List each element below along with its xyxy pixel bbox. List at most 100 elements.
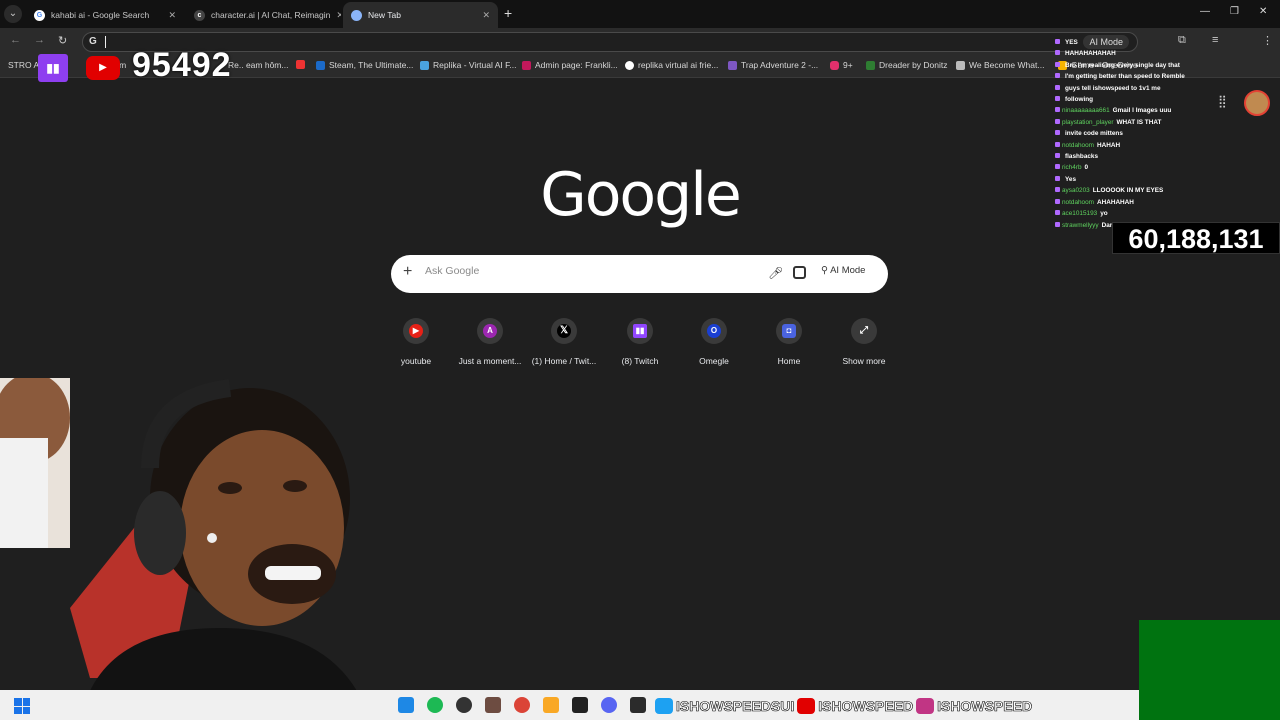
ai-mode-button[interactable]: ⚲ AI Mode bbox=[821, 265, 865, 276]
bookmark-item[interactable]: Admin page: Frankli... bbox=[522, 60, 618, 70]
bookmark-item[interactable]: 9+ bbox=[830, 60, 853, 70]
chat-badge-icon bbox=[1055, 187, 1060, 193]
shortcut-label: Home bbox=[777, 356, 801, 366]
bookmark-item[interactable]: Replika - Virtual AI F... bbox=[420, 60, 516, 70]
chat-text: LLOOOOK IN MY EYES bbox=[1092, 187, 1164, 195]
chat-badge-icon bbox=[1055, 50, 1060, 56]
search-input[interactable] bbox=[425, 265, 745, 277]
windows-start-icon[interactable] bbox=[14, 698, 30, 714]
close-icon[interactable]: ✕ bbox=[336, 10, 341, 21]
shortcut-twitter[interactable]: 𝕏 (1) Home / Twit... bbox=[528, 318, 600, 366]
chat-text: I'm getting better than speed to Remble bbox=[1065, 73, 1185, 81]
home-site-icon: ◘ bbox=[782, 324, 796, 338]
close-icon[interactable]: ✕ bbox=[168, 10, 176, 21]
search-box[interactable]: + 🎤︎ ⚲ AI Mode bbox=[391, 255, 888, 293]
chat-badge-icon bbox=[1055, 84, 1060, 90]
twitter-handle: ISHOWSPEEDSUI bbox=[676, 698, 795, 715]
google-icon: G bbox=[34, 9, 45, 21]
avatar[interactable] bbox=[1244, 90, 1270, 116]
file-explorer-icon[interactable] bbox=[398, 697, 414, 713]
chat-badge-icon bbox=[1055, 39, 1060, 44]
bookmark-item[interactable]: We Become What... bbox=[956, 60, 1044, 70]
site-a-icon: A bbox=[483, 324, 497, 338]
address-bar[interactable]: G AI Mode bbox=[82, 32, 1138, 52]
tab-new-tab[interactable]: New Tab ✕ bbox=[343, 2, 498, 28]
chat-badge-icon bbox=[1055, 210, 1060, 216]
bookmark-item[interactable]: Re.. eam hôm... bbox=[228, 60, 288, 70]
tab-title: New Tab bbox=[368, 10, 401, 20]
tab-google-search[interactable]: G kahabi ai - Google Search ✕ bbox=[26, 2, 184, 28]
shortcut-just-a-moment[interactable]: A Just a moment... bbox=[454, 318, 526, 366]
google-logo: Google bbox=[540, 160, 742, 230]
chat-text: Yes bbox=[1065, 175, 1077, 183]
shortcut-youtube[interactable]: ▶ youtube bbox=[380, 318, 452, 366]
shortcut-omegle[interactable]: O Omegle bbox=[678, 318, 750, 366]
microphone-icon[interactable]: 🎤︎ bbox=[768, 266, 783, 280]
google-icon bbox=[625, 60, 634, 70]
chat-badge-icon bbox=[1055, 107, 1060, 113]
bookmark-item[interactable]: Trap Adventure 2 -... bbox=[728, 60, 818, 70]
new-tab-button[interactable]: + bbox=[504, 5, 512, 21]
google-lens-icon[interactable] bbox=[793, 266, 806, 279]
apps-grid-icon[interactable]: ⣿ bbox=[1218, 94, 1227, 108]
google-icon: G bbox=[89, 36, 97, 47]
bookmark-item[interactable]: Steam, The Ultimate... bbox=[316, 60, 413, 70]
chat-message: aysa0203 LLOOOOK IN MY EYES bbox=[1055, 185, 1280, 196]
plus-icon[interactable]: + bbox=[403, 263, 412, 281]
rockstar-icon[interactable] bbox=[543, 697, 559, 713]
page-icon bbox=[956, 60, 965, 70]
chat-text: YES bbox=[1065, 39, 1078, 46]
x-twitter-icon: 𝕏 bbox=[557, 324, 571, 338]
epic-games-icon[interactable] bbox=[630, 697, 646, 713]
chat-text: AHAHAHAH bbox=[1096, 198, 1134, 206]
close-icon[interactable]: ✕ bbox=[482, 10, 490, 21]
discord-icon[interactable] bbox=[601, 697, 617, 713]
instagram-icon bbox=[916, 698, 935, 714]
chat-message: playstation_player WHAT IS THAT bbox=[1055, 117, 1280, 128]
spotify-icon[interactable] bbox=[427, 697, 443, 713]
chat-badge-icon bbox=[1055, 221, 1060, 227]
viewer-counter: 95492 bbox=[132, 46, 232, 84]
chat-text: Bro I'm realising every single day that bbox=[1065, 61, 1180, 69]
chat-message: guys tell ishowspeed to 1v1 me bbox=[1055, 83, 1280, 94]
admin-icon bbox=[522, 60, 531, 70]
game-icon bbox=[728, 60, 737, 70]
forward-icon[interactable]: → bbox=[34, 34, 45, 46]
subscriber-counter: 60,188,131 bbox=[1112, 222, 1280, 254]
chat-badge-icon bbox=[1055, 175, 1060, 181]
chat-badge-icon bbox=[1055, 118, 1060, 124]
chat-text: Gmail I Images uuu bbox=[1112, 107, 1172, 115]
shortcut-label: (8) Twitch bbox=[621, 356, 659, 366]
chat-badge-icon bbox=[1055, 61, 1060, 67]
social-handles: ISHOWSPEEDSUI ISHOWSPEED ISHOWSPEED bbox=[655, 698, 1032, 714]
replika-icon bbox=[420, 60, 429, 70]
bookmark-item[interactable]: replika virtual ai frie... bbox=[625, 60, 718, 70]
chat-badge-icon bbox=[1055, 153, 1060, 159]
omegle-icon: O bbox=[707, 324, 721, 338]
chat-message: invite code mittens bbox=[1055, 128, 1280, 139]
chat-text: yo bbox=[1100, 210, 1108, 218]
shortcut-show-more[interactable]: ⤢ Show more bbox=[828, 318, 900, 366]
obs-icon[interactable] bbox=[456, 697, 472, 713]
chrome-icon[interactable] bbox=[514, 697, 530, 713]
shortcut-home[interactable]: ◘ Home bbox=[753, 318, 825, 366]
tab-character-ai[interactable]: c character.ai | AI Chat, Reimagin ✕ bbox=[186, 2, 341, 28]
chat-badge-icon bbox=[1055, 164, 1060, 170]
shortcut-label: (1) Home / Twit... bbox=[531, 356, 597, 366]
shortcut-twitch[interactable]: ▮▮ (8) Twitch bbox=[604, 318, 676, 366]
back-icon[interactable]: ← bbox=[10, 34, 21, 46]
reload-icon[interactable]: ↻ bbox=[58, 34, 67, 47]
dreader-icon bbox=[866, 60, 875, 70]
bookmark-item[interactable]: Dreader by Donitz bbox=[866, 60, 948, 70]
app-icon[interactable] bbox=[572, 697, 588, 713]
chat-badge-icon bbox=[1055, 96, 1060, 102]
minecraft-icon[interactable] bbox=[485, 697, 501, 713]
chat-message: Yes bbox=[1055, 174, 1280, 185]
chat-text: flashbacks bbox=[1065, 153, 1099, 161]
chat-username: aysa0203 bbox=[1062, 187, 1090, 195]
tab-search-button[interactable]: ⌄ bbox=[4, 5, 22, 23]
chat-username: ace1015193 bbox=[1062, 210, 1098, 218]
chat-text: invite code mittens bbox=[1065, 130, 1123, 138]
tab-title: character.ai | AI Chat, Reimagin bbox=[211, 10, 331, 20]
bookmark-item[interactable] bbox=[296, 60, 305, 69]
